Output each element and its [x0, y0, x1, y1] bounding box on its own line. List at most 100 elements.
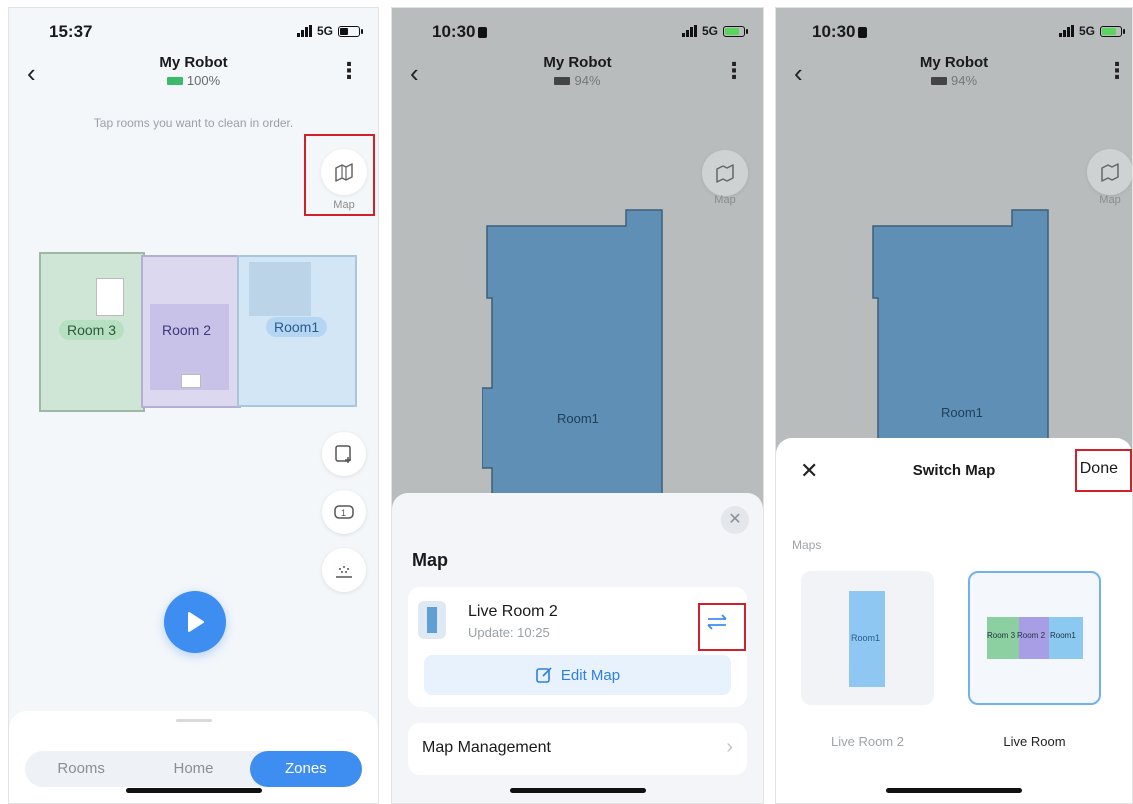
map-thumbnail [418, 601, 446, 639]
phone-battery-charging-icon [723, 25, 748, 37]
sim-icon [858, 27, 868, 38]
map-management-label: Map Management [422, 739, 551, 756]
mode-panel: Rooms Home Zones [9, 711, 378, 803]
room-3-label: Room 3 [59, 320, 125, 340]
map-bottom-sheet: ✕ Map Live Room 2 Update: 10:25 Edit Map… [392, 493, 763, 803]
highlight-box-map [304, 134, 375, 216]
more-options-icon[interactable]: ⋮ [1106, 60, 1128, 82]
status-time-value: 10:30 [812, 22, 856, 41]
mode-selector: Rooms Home Zones [25, 751, 362, 787]
room-1-map-shape[interactable] [482, 208, 672, 508]
map-name: Live Room 2 [468, 603, 558, 620]
robot-battery-icon [166, 77, 183, 85]
screen-room-selection: 15:37 5G ‹ My Robot 100% ⋮ Tap rooms you… [8, 7, 379, 804]
room-1-label: Room1 [266, 317, 328, 337]
status-indicators: 5G [296, 24, 363, 38]
room-1-label: Room1 [941, 405, 983, 420]
add-zone-button[interactable] [322, 432, 366, 476]
repeat-icon: 1 [334, 505, 354, 519]
map-update-time: Update: 10:25 [468, 625, 550, 640]
map-option-name: Live Room 2 [831, 734, 904, 749]
sim-icon [478, 27, 488, 38]
map-button-label: Map [1099, 194, 1121, 206]
add-zone-icon [335, 445, 351, 463]
status-indicators: 5G [1058, 24, 1125, 38]
signal-icon [1058, 25, 1074, 37]
edit-map-button[interactable]: Edit Map [424, 655, 731, 695]
highlight-box-switch [698, 603, 746, 651]
map-option-live-room[interactable]: Room 3 Room 2 Room1 [968, 571, 1101, 705]
network-type: 5G [316, 24, 333, 38]
edit-icon [536, 667, 552, 683]
tab-rooms[interactable]: Rooms [25, 751, 137, 787]
chevron-right-icon: › [726, 736, 733, 758]
sheet-title: Map [412, 550, 448, 570]
robot-battery: 100% [9, 73, 378, 88]
room-1-label: Room1 [557, 411, 599, 426]
header: ‹ My Robot 94% ⋮ [392, 54, 763, 100]
status-bar: 15:37 5G [9, 22, 378, 44]
status-bar: 10:30 5G [776, 22, 1132, 44]
map-button-label: Map [714, 194, 736, 206]
maps-section-label: Maps [792, 538, 822, 552]
robot-battery-icon [930, 77, 947, 85]
network-type: 5G [701, 24, 718, 38]
bed-shape [96, 278, 124, 316]
home-indicator [509, 788, 646, 793]
home-indicator [886, 788, 1022, 793]
map-icon [716, 164, 734, 183]
robot-battery: 94% [392, 73, 763, 88]
room-2-label: Room 2 [162, 322, 212, 338]
header: ‹ My Robot 100% ⋮ [9, 54, 378, 100]
status-time-value: 10:30 [432, 22, 476, 41]
thumb-room-2-label: Room 2 [1017, 631, 1046, 640]
screen-map-sheet: 10:30 5G ‹ My Robot 94% ⋮ Map Room1 ✕ Ma… [391, 7, 764, 804]
robot-battery: 94% [776, 73, 1132, 88]
robot-battery-icon [554, 77, 571, 85]
robot-battery-value: 100% [186, 73, 221, 88]
furniture-shape [181, 374, 201, 388]
edit-map-label: Edit Map [560, 666, 621, 684]
switch-map-sheet: ✕ Switch Map Done Maps Room1 Live Room 2… [776, 438, 1132, 803]
thumb-room-1-label: Room1 [1050, 631, 1076, 640]
current-map-card: Live Room 2 Update: 10:25 Edit Map [408, 587, 747, 707]
robot-title: My Robot [919, 54, 989, 71]
map-management-row[interactable]: Map Management › [408, 723, 747, 775]
thumb-room-1-label: Room1 [851, 633, 881, 643]
svg-text:1: 1 [341, 508, 346, 518]
screen-switch-map: 10:30 5G ‹ My Robot 94% ⋮ Map Room1 ✕ Sw… [775, 7, 1133, 804]
tab-home[interactable]: Home [137, 751, 249, 787]
play-icon [188, 612, 204, 632]
more-options-icon[interactable]: ⋮ [723, 60, 745, 82]
clean-times-button[interactable]: 1 [322, 490, 366, 534]
status-time: 15:37 [49, 22, 93, 41]
tab-zones[interactable]: Zones [249, 751, 362, 787]
status-bar: 10:30 5G [392, 22, 763, 44]
header: ‹ My Robot 94% ⋮ [776, 54, 1132, 100]
map-switch-button[interactable] [1087, 149, 1132, 195]
status-time: 10:30 [812, 22, 868, 42]
map-switch-button[interactable] [702, 150, 748, 196]
panel-grabber[interactable] [175, 719, 212, 722]
thumb-room-3-label: Room 3 [987, 631, 1016, 640]
phone-battery-charging-icon [1100, 25, 1125, 37]
start-clean-button[interactable] [164, 591, 226, 653]
signal-icon [681, 25, 697, 37]
map-option-live-room-2[interactable]: Room1 [801, 571, 934, 705]
suction-icon [336, 566, 352, 578]
close-icon[interactable]: ✕ [721, 506, 749, 534]
signal-icon [296, 25, 312, 37]
status-time: 10:30 [432, 22, 488, 42]
phone-battery-icon [338, 25, 363, 37]
robot-title: My Robot [159, 54, 228, 71]
status-indicators: 5G [681, 24, 748, 38]
room-1-highlight [249, 262, 311, 316]
more-options-icon[interactable]: ⋮ [338, 60, 360, 82]
network-type: 5G [1078, 24, 1095, 38]
robot-battery-value: 94% [574, 73, 601, 88]
map-option-name: Live Room [1003, 734, 1066, 749]
suction-button[interactable] [322, 548, 366, 592]
map-icon [1101, 163, 1119, 182]
robot-title: My Robot [543, 54, 612, 71]
home-indicator [125, 788, 262, 793]
